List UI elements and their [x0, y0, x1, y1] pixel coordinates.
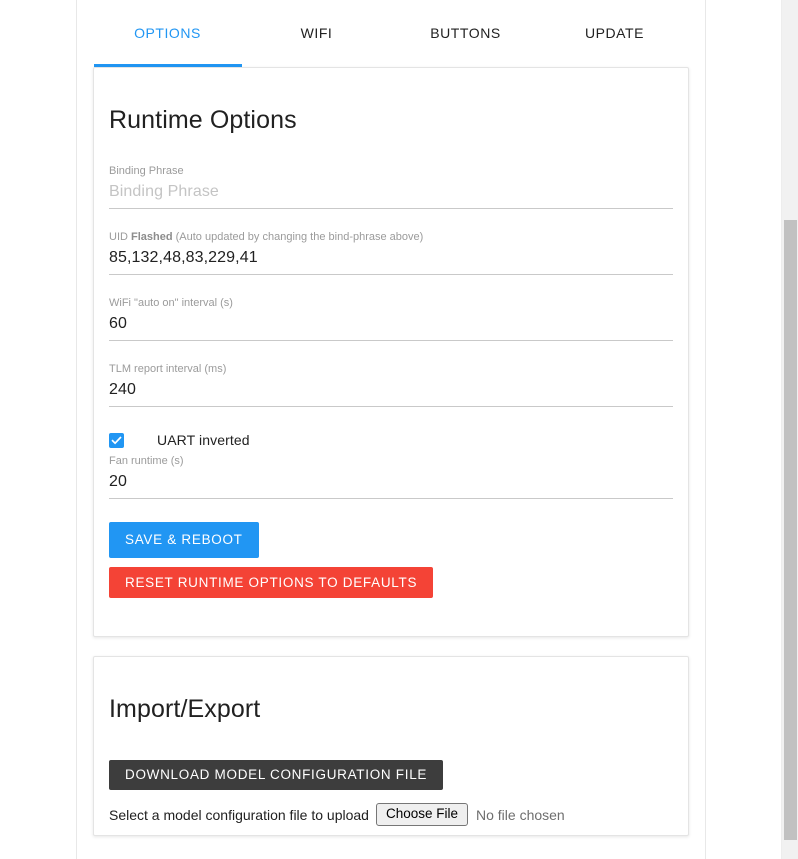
uid-flashed-field[interactable]: UID Flashed (Auto updated by changing th… [109, 230, 673, 275]
uid-flashed-input[interactable]: 85,132,48,83,229,41 [109, 245, 673, 271]
uid-label-suffix: (Auto updated by changing the bind-phras… [172, 231, 424, 243]
scrollbar-thumb[interactable] [784, 220, 797, 840]
tab-buttons[interactable]: BUTTONS [391, 0, 540, 67]
uid-label-prefix: UID [109, 231, 131, 243]
wifi-auto-on-interval-label: WiFi "auto on" interval (s) [109, 297, 233, 309]
import-export-title: Import/Export [109, 695, 261, 723]
fan-runtime-input[interactable]: 20 [109, 469, 673, 495]
page-border-left [76, 0, 77, 859]
wifi-auto-on-interval-input[interactable]: 60 [109, 311, 673, 337]
tab-bar: OPTIONS WIFI BUTTONS UPDATE [93, 0, 689, 67]
save-and-reboot-button[interactable]: SAVE & REBOOT [109, 522, 259, 558]
uid-label-bold: Flashed [131, 231, 173, 243]
tab-wifi[interactable]: WIFI [242, 0, 391, 67]
page-border-right [705, 0, 706, 859]
import-export-card: Import/Export DOWNLOAD MODEL CONFIGURATI… [93, 656, 689, 836]
download-action: DOWNLOAD MODEL CONFIGURATION FILE [109, 760, 673, 790]
binding-phrase-input[interactable]: Binding Phrase [109, 179, 673, 205]
uart-inverted-row[interactable]: UART inverted [109, 429, 673, 451]
tlm-report-interval-label: TLM report interval (ms) [109, 363, 227, 375]
page-viewport: OPTIONS WIFI BUTTONS UPDATE Runtime Opti… [0, 0, 781, 859]
uid-flashed-label: UID Flashed (Auto updated by changing th… [109, 230, 673, 245]
upload-label: Select a model configuration file to upl… [109, 806, 369, 823]
no-file-chosen-text: No file chosen [476, 806, 565, 823]
content-column: OPTIONS WIFI BUTTONS UPDATE Runtime Opti… [93, 0, 689, 836]
tab-update[interactable]: UPDATE [540, 0, 689, 67]
binding-phrase-label: Binding Phrase [109, 165, 184, 177]
vertical-scrollbar[interactable] [781, 0, 798, 859]
choose-file-button[interactable]: Choose File [375, 803, 468, 826]
binding-phrase-field[interactable]: Binding Phrase Binding Phrase [109, 164, 673, 209]
tlm-report-interval-input[interactable]: 240 [109, 377, 673, 403]
wifi-auto-on-interval-field[interactable]: WiFi "auto on" interval (s) 60 [109, 296, 673, 341]
fan-runtime-field[interactable]: Fan runtime (s) 20 [109, 454, 673, 499]
upload-row: Select a model configuration file to upl… [109, 803, 673, 826]
reset-runtime-options-button[interactable]: RESET RUNTIME OPTIONS TO DEFAULTS [109, 567, 434, 598]
reset-action: RESET RUNTIME OPTIONS TO DEFAULTS [109, 567, 673, 598]
fan-runtime-label: Fan runtime (s) [109, 455, 184, 467]
uart-inverted-label: UART inverted [157, 432, 250, 448]
runtime-actions: SAVE & REBOOT [109, 522, 673, 558]
tlm-report-interval-field[interactable]: TLM report interval (ms) 240 [109, 362, 673, 407]
download-model-configuration-button[interactable]: DOWNLOAD MODEL CONFIGURATION FILE [109, 760, 444, 790]
uart-inverted-checkbox[interactable] [109, 432, 124, 448]
runtime-options-card: Runtime Options Binding Phrase Binding P… [93, 67, 689, 637]
tab-options[interactable]: OPTIONS [93, 0, 242, 67]
page-title: Runtime Options [109, 106, 297, 134]
